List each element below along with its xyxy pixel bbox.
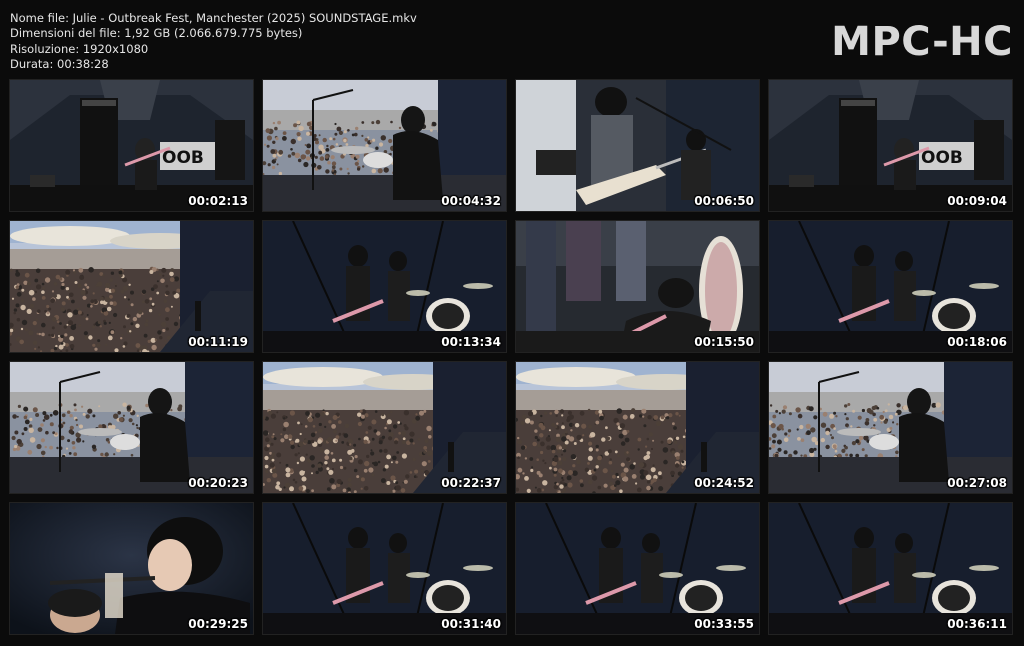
thumbnail-timestamp: 00:36:11 [947,617,1007,631]
video-thumbnail: 00:31:40 [262,502,507,635]
thumbnail-frame-image [769,221,1012,352]
thumbnail-grid: OOB 00:02:13 00:04:32 00:06:50 OOB 00:09… [9,79,1013,635]
thumbnail-timestamp: 00:31:40 [441,617,501,631]
thumbnail-timestamp: 00:13:34 [441,335,501,349]
video-thumbnail: OOB 00:02:13 [9,79,254,212]
video-thumbnail: OOB 00:09:04 [768,79,1013,212]
svg-text:OOB: OOB [162,148,204,168]
thumbnail-frame-image [263,503,506,634]
thumbnail-frame-image: OOB [769,80,1012,211]
svg-text:OOB: OOB [921,148,963,168]
file-name-line: Nome file: Julie - Outbreak Fest, Manche… [10,11,417,25]
thumbnail-timestamp: 00:22:37 [441,476,501,490]
video-thumbnail: 00:29:25 [9,502,254,635]
video-thumbnail: 00:13:34 [262,220,507,353]
video-thumbnail: 00:15:50 [515,220,760,353]
thumbnail-frame-image [263,80,506,211]
thumbnail-frame-image [10,221,253,352]
thumbnail-sheet: Nome file: Julie - Outbreak Fest, Manche… [0,0,1024,646]
video-thumbnail: 00:20:23 [9,361,254,494]
video-thumbnail: 00:24:52 [515,361,760,494]
thumbnail-timestamp: 00:11:19 [188,335,248,349]
thumbnail-timestamp: 00:20:23 [188,476,248,490]
thumbnail-timestamp: 00:06:50 [694,194,754,208]
file-size-line: Dimensioni del file: 1,92 GB (2.066.679.… [10,26,303,41]
thumbnail-timestamp: 00:02:13 [188,194,248,208]
thumbnail-timestamp: 00:04:32 [441,194,501,208]
thumbnail-frame-image [516,221,759,352]
video-thumbnail: 00:22:37 [262,361,507,494]
thumbnail-frame-image [769,503,1012,634]
thumbnail-timestamp: 00:27:08 [947,476,1007,490]
thumbnail-frame-image [10,362,253,493]
thumbnail-timestamp: 00:33:55 [694,617,754,631]
video-thumbnail: 00:11:19 [9,220,254,353]
video-thumbnail: 00:36:11 [768,502,1013,635]
video-thumbnail: 00:06:50 [515,79,760,212]
thumbnail-frame-image [516,362,759,493]
video-thumbnail: 00:18:06 [768,220,1013,353]
duration-line: Durata: 00:38:28 [10,57,109,72]
file-info: Nome file: Julie - Outbreak Fest, Manche… [10,11,417,73]
thumbnail-frame-image: OOB [10,80,253,211]
thumbnail-timestamp: 00:09:04 [947,194,1007,208]
mpc-hc-logo: MPC-HC [831,19,1013,65]
thumbnail-frame-image [10,503,253,634]
thumbnail-frame-image [263,221,506,352]
thumbnail-frame-image [516,80,759,211]
resolution-line: Risoluzione: 1920x1080 [10,41,149,56]
thumbnail-timestamp: 00:15:50 [694,335,754,349]
thumbnail-frame-image [769,362,1012,493]
thumbnail-timestamp: 00:18:06 [947,335,1007,349]
thumbnail-timestamp: 00:29:25 [188,617,248,631]
video-thumbnail: 00:27:08 [768,361,1013,494]
thumbnail-timestamp: 00:24:52 [694,476,754,490]
thumbnail-frame-image [516,503,759,634]
thumbnail-frame-image [263,362,506,493]
video-thumbnail: 00:33:55 [515,502,760,635]
video-thumbnail: 00:04:32 [262,79,507,212]
